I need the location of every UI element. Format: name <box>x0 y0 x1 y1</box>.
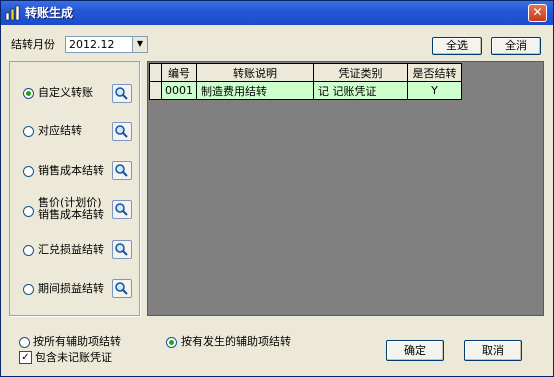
column-header-code[interactable]: 编号 <box>161 63 197 82</box>
option-custom-search-button[interactable] <box>112 84 132 103</box>
transfer-table: 编号 转账说明 凭证类别 是否结转 0001 制造费用结转 记 记账凭证 Y <box>149 63 462 100</box>
cell-code[interactable]: 0001 <box>161 81 197 100</box>
deselect-all-button[interactable]: 全消 <box>491 37 541 55</box>
option-period-pl-radio[interactable] <box>23 284 34 295</box>
app-chart-icon <box>5 5 20 21</box>
transfer-type-panel: 自定义转账 对应结转 销售成本结转 售价(计划价) 销售成本结转 汇兑损益结转 <box>9 61 140 316</box>
option-exchange-radio[interactable] <box>23 245 34 256</box>
option-planned-price-label-line2: 销售成本结转 <box>38 208 104 221</box>
footer-radio-occurred-label: 按有发生的辅助项结转 <box>181 335 291 348</box>
transfer-grid[interactable]: 编号 转账说明 凭证类别 是否结转 0001 制造费用结转 记 记账凭证 Y <box>147 61 544 316</box>
table-header-row: 编号 转账说明 凭证类别 是否结转 <box>149 63 462 82</box>
option-sales-cost-search-button[interactable] <box>112 161 132 180</box>
select-all-button[interactable]: 全选 <box>432 37 482 55</box>
cell-voucher-type[interactable]: 记 记账凭证 <box>313 81 408 100</box>
option-period-pl-search-button[interactable] <box>112 279 132 298</box>
option-corresponding-label: 对应结转 <box>38 124 82 137</box>
footer-radio-all-label: 按所有辅助项结转 <box>33 335 121 348</box>
cell-is-transferred[interactable]: Y <box>407 81 462 100</box>
option-custom-label: 自定义转账 <box>38 86 93 99</box>
option-corresponding-search-button[interactable] <box>112 122 132 141</box>
row-header-corner <box>149 63 162 82</box>
close-button[interactable]: ✕ <box>528 4 547 22</box>
period-select[interactable]: 2012.12 ▼ <box>65 36 148 53</box>
include-unposted-label: 包含未记账凭证 <box>35 351 112 364</box>
search-icon <box>115 125 128 138</box>
include-unposted-checkbox[interactable]: ✓ <box>19 351 32 364</box>
option-planned-price-search-button[interactable] <box>112 200 132 219</box>
search-icon <box>115 282 128 295</box>
column-header-voucher-type[interactable]: 凭证类别 <box>313 63 408 82</box>
cell-description[interactable]: 制造费用结转 <box>196 81 314 100</box>
column-header-is-transferred[interactable]: 是否结转 <box>407 63 462 82</box>
title-bar[interactable]: 转账生成 ✕ <box>1 1 553 25</box>
confirm-button[interactable]: 确定 <box>386 340 444 361</box>
transfer-dialog: 转账生成 ✕ 结转月份 2012.12 ▼ 全选 全消 自定义转账 对应结转 销… <box>0 0 554 377</box>
option-custom-radio[interactable] <box>23 88 34 99</box>
option-sales-cost-radio[interactable] <box>23 166 34 177</box>
period-label: 结转月份 <box>11 38 55 51</box>
search-icon <box>115 203 128 216</box>
search-icon <box>115 243 128 256</box>
option-exchange-search-button[interactable] <box>112 240 132 259</box>
table-row[interactable]: 0001 制造费用结转 记 记账凭证 Y <box>149 81 462 100</box>
period-value: 2012.12 <box>69 38 115 51</box>
cancel-button[interactable]: 取消 <box>464 340 522 361</box>
search-icon <box>115 164 128 177</box>
option-exchange-label: 汇兑损益结转 <box>38 243 104 256</box>
window-title: 转账生成 <box>25 6 74 20</box>
option-period-pl-label: 期间损益结转 <box>38 282 104 295</box>
option-corresponding-radio[interactable] <box>23 126 34 137</box>
option-sales-cost-label: 销售成本结转 <box>38 164 104 177</box>
footer-radio-all[interactable] <box>19 337 30 348</box>
chevron-down-icon[interactable]: ▼ <box>132 37 147 52</box>
row-indicator <box>149 81 162 100</box>
footer-radio-occurred[interactable] <box>166 337 177 348</box>
search-icon <box>115 87 128 100</box>
column-header-description[interactable]: 转账说明 <box>196 63 314 82</box>
checkmark-icon: ✓ <box>21 352 30 363</box>
close-icon: ✕ <box>532 5 543 19</box>
option-planned-price-radio[interactable] <box>23 206 34 217</box>
